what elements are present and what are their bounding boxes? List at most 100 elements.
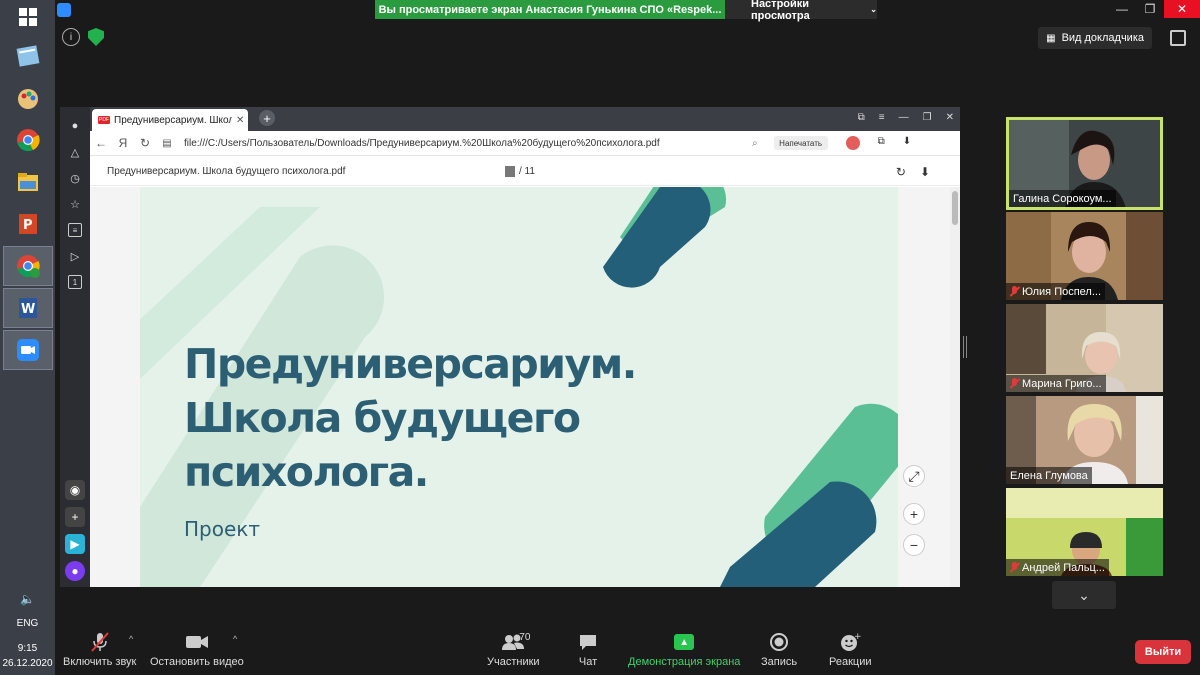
profile-icon[interactable]: ● xyxy=(68,119,82,133)
zoom-app-icon[interactable] xyxy=(2,330,53,370)
participant-name: Галина Сорокоум... xyxy=(1013,192,1112,205)
view-settings-dropdown[interactable]: Настройки просмотра ⌄ xyxy=(725,0,877,22)
stop-video-button[interactable]: Остановить видео xyxy=(150,632,244,668)
tab-pdf[interactable]: PDF Предуниверсариум. Школа ✕ xyxy=(92,109,248,131)
browser-close-icon[interactable]: ✕ xyxy=(946,112,954,123)
encryption-shield-icon[interactable] xyxy=(88,28,104,46)
notes-app-icon[interactable] xyxy=(3,36,53,76)
participant-name-label: Юлия Поспел... xyxy=(1006,283,1106,300)
close-button[interactable]: ✕ xyxy=(1164,0,1200,18)
history-icon[interactable]: ◷ xyxy=(68,171,82,185)
audio-options-caret[interactable]: ^ xyxy=(129,634,133,644)
collections-icon[interactable]: ≡ xyxy=(68,223,82,237)
pdf-filename: Предуниверсариум. Школа будущего психоло… xyxy=(107,166,346,177)
participant-tile[interactable]: Марина Григо... xyxy=(1006,304,1163,392)
clock-time[interactable]: 9:15 xyxy=(0,641,55,656)
alice-icon[interactable]: ● xyxy=(65,561,85,581)
fit-page-icon[interactable]: ⤢ xyxy=(903,465,925,487)
pdf-download-icon[interactable]: ⬇ xyxy=(920,165,930,179)
play-icon[interactable]: ▷ xyxy=(68,249,82,263)
volume-icon[interactable]: 🔈 xyxy=(0,590,55,608)
restore-button[interactable]: ❐ xyxy=(1136,0,1164,18)
page-count: / 11 xyxy=(519,166,535,177)
record-button[interactable]: Запись xyxy=(761,632,797,668)
mic-muted-icon xyxy=(88,632,112,652)
search-icon[interactable]: ⌕ xyxy=(752,138,758,149)
address-bar-actions: ⧉ ⬇ xyxy=(845,136,911,150)
chrome-icon[interactable] xyxy=(3,120,53,160)
powerpoint-icon[interactable]: P xyxy=(3,204,53,244)
chat-button[interactable]: Чат xyxy=(576,632,600,668)
participants-button[interactable]: 70 Участники xyxy=(487,632,540,668)
record-label: Запись xyxy=(761,656,798,668)
fullscreen-icon[interactable] xyxy=(1170,30,1186,46)
add-icon[interactable]: + xyxy=(65,507,85,527)
yandex-icon[interactable]: Я xyxy=(112,136,134,150)
bookmarks-icon[interactable]: ⧉ xyxy=(858,112,865,123)
participant-name-label: Марина Григо... xyxy=(1006,375,1106,392)
leave-meeting-button[interactable]: Выйти xyxy=(1135,640,1191,664)
download-icon[interactable]: ⬇ xyxy=(903,136,911,150)
print-button[interactable]: Напечатать xyxy=(773,136,828,150)
unmute-button[interactable]: Включить звук xyxy=(63,632,136,668)
speaker-view-button[interactable]: ▦ Вид докладчика xyxy=(1038,27,1152,49)
pdf-scrollbar[interactable] xyxy=(950,187,960,587)
bell-icon[interactable]: △ xyxy=(68,145,82,159)
browser-sidebar: ● △ ◷ ☆ ≡ ▷ 1 ◉ + ▶ ● xyxy=(60,107,90,587)
participant-tile[interactable]: Андрей Пальц... xyxy=(1006,488,1163,576)
star-icon[interactable]: ☆ xyxy=(68,197,82,211)
paint-app-icon[interactable] xyxy=(3,78,53,118)
video-options-caret[interactable]: ^ xyxy=(233,634,237,644)
record-icon[interactable]: ◉ xyxy=(65,480,85,500)
reactions-button[interactable]: + Реакции xyxy=(829,632,872,668)
scrollbar-thumb[interactable] xyxy=(952,191,958,225)
chrome-user-icon[interactable] xyxy=(2,246,53,286)
close-tab-icon[interactable]: ✕ xyxy=(236,115,244,126)
participant-name: Елена Глумова xyxy=(1010,469,1088,482)
reload-icon[interactable]: ↻ xyxy=(134,136,156,150)
gallery-scroll-down-button[interactable]: ⌄ xyxy=(1052,581,1116,609)
slide-title: Предуниверсариум. Школа будущего психоло… xyxy=(184,337,664,499)
reactions-label: Реакции xyxy=(829,656,872,668)
chat-bubble-icon xyxy=(576,632,600,652)
browser-tab-strip: PDF Предуниверсариум. Школа ✕ + ⧉ ≡ — ❐ … xyxy=(90,107,960,131)
download-extension-icon[interactable] xyxy=(845,136,860,150)
copy-icon[interactable]: ⧉ xyxy=(878,136,885,150)
participant-tile[interactable]: Галина Сорокоум... xyxy=(1006,117,1163,210)
back-arrow-icon[interactable]: ← xyxy=(90,136,112,150)
browser-minimize-icon[interactable]: — xyxy=(899,112,909,123)
url-field[interactable]: file:///C:/Users/Пользователь/Downloads/… xyxy=(184,138,744,149)
language-indicator[interactable]: ENG xyxy=(0,616,55,631)
participant-tile[interactable]: Елена Глумова xyxy=(1006,396,1163,484)
pdf-page-indicator: / 11 xyxy=(505,166,535,177)
meeting-info-row: i xyxy=(62,28,104,46)
share-screen-button[interactable]: ▲ Демонстрация экрана xyxy=(628,632,740,668)
file-icon: ▤ xyxy=(162,137,172,149)
file-explorer-icon[interactable] xyxy=(3,162,53,202)
zoom-out-icon[interactable]: − xyxy=(903,534,925,556)
page-input[interactable] xyxy=(505,166,515,177)
word-icon[interactable]: W xyxy=(2,288,53,328)
clock-date[interactable]: 26.12.2020 xyxy=(0,656,55,675)
browser-restore-icon[interactable]: ❐ xyxy=(923,112,932,123)
video-camera-icon xyxy=(185,632,209,652)
mic-muted-icon xyxy=(1010,286,1019,297)
windows-start-icon[interactable] xyxy=(0,0,55,34)
panel-splitter[interactable] xyxy=(963,336,967,358)
messenger-icon[interactable]: ▶ xyxy=(65,534,85,554)
minimize-button[interactable]: — xyxy=(1108,0,1136,18)
participant-tile[interactable]: Юлия Поспел... xyxy=(1006,212,1163,300)
tab-counter-icon[interactable]: 1 xyxy=(68,275,82,289)
slide-title-line: психолога. xyxy=(184,448,429,497)
rotate-icon[interactable]: ↻ xyxy=(896,165,906,179)
share-screen-label: Демонстрация экрана xyxy=(628,656,741,668)
info-icon[interactable]: i xyxy=(62,28,80,46)
participant-name-label: Галина Сорокоум... xyxy=(1009,190,1116,207)
stop-video-label: Остановить видео xyxy=(150,656,244,668)
pdf-viewer[interactable]: Предуниверсариум. Школа будущего психоло… xyxy=(90,187,960,587)
sidebar-bottom-icons: ◉ + ▶ ● xyxy=(60,480,90,587)
view-settings-label: Настройки просмотра xyxy=(751,0,810,22)
menu-icon[interactable]: ≡ xyxy=(879,112,885,123)
new-tab-button[interactable]: + xyxy=(259,110,275,126)
zoom-in-icon[interactable]: + xyxy=(903,503,925,525)
